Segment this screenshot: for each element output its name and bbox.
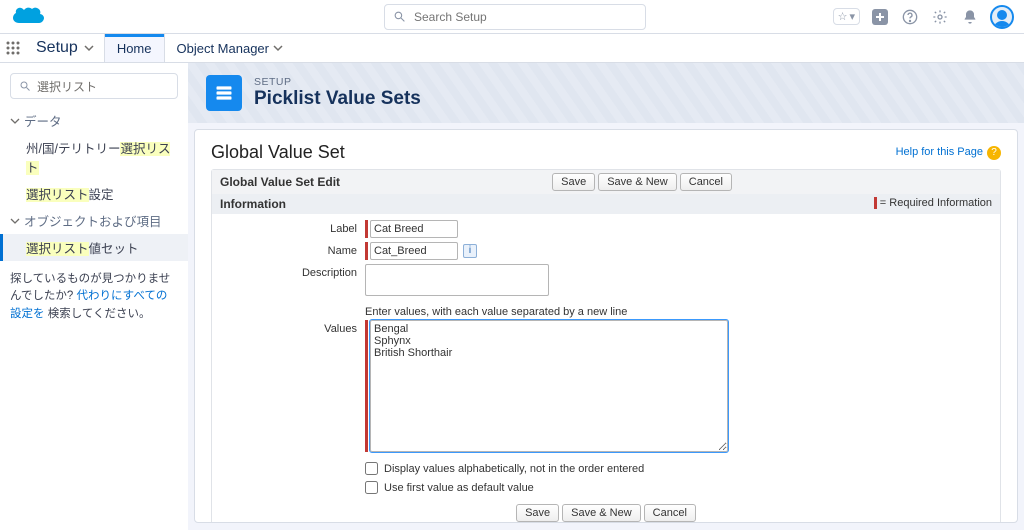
app-name-label: Setup — [36, 39, 78, 57]
save-button-bottom[interactable]: Save — [516, 504, 559, 522]
page-header-icon — [206, 75, 242, 111]
search-icon — [393, 10, 406, 23]
notifications-bell-icon[interactable] — [960, 7, 980, 27]
tree-item-picklist-value-sets[interactable]: 選択リスト値セット — [0, 234, 188, 261]
tree-item-picklist-settings[interactable]: 選択リスト設定 — [0, 180, 188, 207]
global-search[interactable] — [384, 4, 646, 30]
sidebar-help-text: 探しているものが見つかりませんでしたか? 代わりにすべての設定を 検索してくださ… — [0, 261, 188, 333]
bottom-button-bar: Save Save & New Cancel — [220, 504, 992, 522]
save-button[interactable]: Save — [552, 173, 595, 191]
tree-category-data[interactable]: データ — [0, 107, 188, 134]
sort-alpha-checkbox[interactable]: Display values alphabetically, not in th… — [365, 462, 644, 475]
name-field-label: Name — [220, 242, 365, 257]
global-search-input[interactable] — [412, 9, 637, 25]
user-avatar[interactable] — [990, 5, 1014, 29]
tab-label: Object Manager — [177, 41, 270, 56]
first-default-checkbox[interactable]: Use first value as default value — [365, 481, 644, 494]
tree-category-objects-fields[interactable]: オブジェクトおよび項目 — [0, 207, 188, 234]
section-header: Information = Required Information — [212, 194, 1000, 214]
search-icon — [19, 80, 31, 92]
save-and-new-button[interactable]: Save & New — [598, 173, 677, 191]
help-for-this-page-link[interactable]: Help for this Page? — [896, 146, 1001, 160]
edit-block: Global Value Set Edit Save Save & New Ca… — [211, 169, 1001, 523]
values-help-text: Enter values, with each value separated … — [365, 306, 627, 318]
page-header: SETUP Picklist Value Sets — [188, 63, 1024, 123]
label-field-label: Label — [220, 220, 365, 235]
save-and-new-button-bottom[interactable]: Save & New — [562, 504, 641, 522]
favorites-menu[interactable]: ☆▾ — [833, 8, 860, 25]
description-input[interactable] — [365, 264, 549, 296]
setup-gear-icon[interactable] — [930, 7, 950, 27]
section-title: Information — [220, 197, 286, 211]
detail-card: Global Value Set Help for this Page? Glo… — [194, 129, 1018, 523]
required-bar — [365, 242, 368, 260]
info-icon[interactable]: i — [463, 244, 477, 258]
required-bar — [365, 220, 368, 238]
chevron-down-icon — [84, 43, 94, 53]
app-launcher-icon[interactable] — [0, 34, 26, 62]
help-question-icon: ? — [987, 146, 1001, 160]
values-field-label: Values — [220, 320, 365, 335]
chevron-down-icon — [273, 43, 283, 53]
tree-item-state-country-picklist[interactable]: 州/国/テリトリー選択リスト — [0, 134, 188, 180]
add-icon[interactable] — [870, 7, 890, 27]
values-textarea[interactable] — [370, 320, 728, 452]
quick-find-input[interactable]: 選択リスト — [10, 73, 178, 99]
edit-block-title: Global Value Set Edit — [220, 175, 340, 189]
required-legend: = Required Information — [874, 197, 992, 211]
salesforce-cloud-icon — [10, 5, 46, 29]
label-input[interactable] — [370, 220, 458, 238]
page-eyebrow: SETUP — [254, 76, 421, 88]
app-name[interactable]: Setup — [26, 34, 104, 62]
quick-find-text: 選択リスト — [37, 78, 97, 95]
context-bar: Setup Home Object Manager — [0, 34, 1024, 63]
main-content: SETUP Picklist Value Sets Global Value S… — [188, 63, 1024, 530]
help-icon[interactable] — [900, 7, 920, 27]
edit-block-header: Global Value Set Edit Save Save & New Ca… — [212, 170, 1000, 194]
cancel-button[interactable]: Cancel — [680, 173, 732, 191]
tab-label: Home — [117, 41, 152, 56]
page-title: Picklist Value Sets — [254, 88, 421, 110]
cancel-button-bottom[interactable]: Cancel — [644, 504, 696, 522]
description-field-label: Description — [220, 264, 365, 279]
tab-object-manager[interactable]: Object Manager — [164, 34, 296, 62]
required-bar — [365, 320, 368, 452]
name-input[interactable] — [370, 242, 458, 260]
chevron-down-icon — [10, 116, 20, 126]
card-title: Global Value Set — [211, 142, 896, 163]
setup-tree-sidebar: 選択リスト データ 州/国/テリトリー選択リスト 選択リスト設定 オブジェクトお… — [0, 63, 188, 530]
tab-home[interactable]: Home — [104, 34, 164, 62]
chevron-down-icon — [10, 216, 20, 226]
global-header: ☆▾ — [0, 0, 1024, 34]
